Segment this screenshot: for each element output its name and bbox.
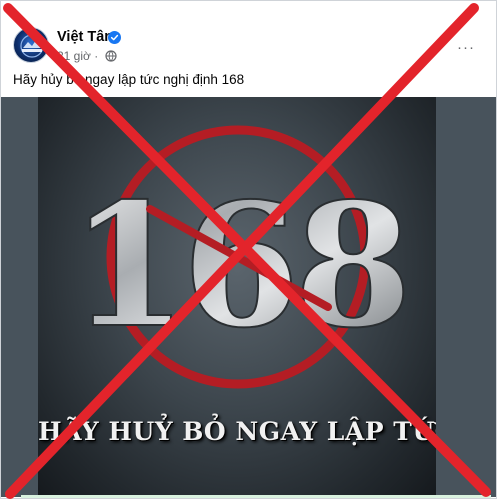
post-meta: 21 giờ · (57, 49, 117, 63)
post-image[interactable]: 168 HÃY HUỶ BỎ NGAY LẬP TỨC (1, 97, 496, 497)
poster-number: 168 (70, 166, 407, 366)
post-caption: Hãy hủy bỏ ngay lập tức nghị định 168 (13, 72, 245, 87)
facebook-post: Việt Tân 21 giờ · ··· Hãy hủy bỏ ngay lậ… (0, 0, 497, 499)
poster-image: 168 HÃY HUỶ BỎ NGAY LẬP TỨC (38, 97, 436, 497)
post-time[interactable]: 21 giờ (57, 49, 91, 63)
next-post-edge (21, 495, 491, 498)
page-name[interactable]: Việt Tân (57, 29, 113, 45)
poster-slogan: HÃY HUỶ BỎ NGAY LẬP TỨC (38, 417, 436, 446)
avatar-emblem-icon (20, 34, 44, 58)
globe-icon (104, 50, 117, 62)
more-options-button[interactable]: ··· (457, 39, 475, 56)
page-avatar[interactable] (13, 27, 49, 63)
verified-badge-icon (108, 31, 121, 44)
post-header: Việt Tân 21 giờ · ··· (13, 27, 483, 67)
